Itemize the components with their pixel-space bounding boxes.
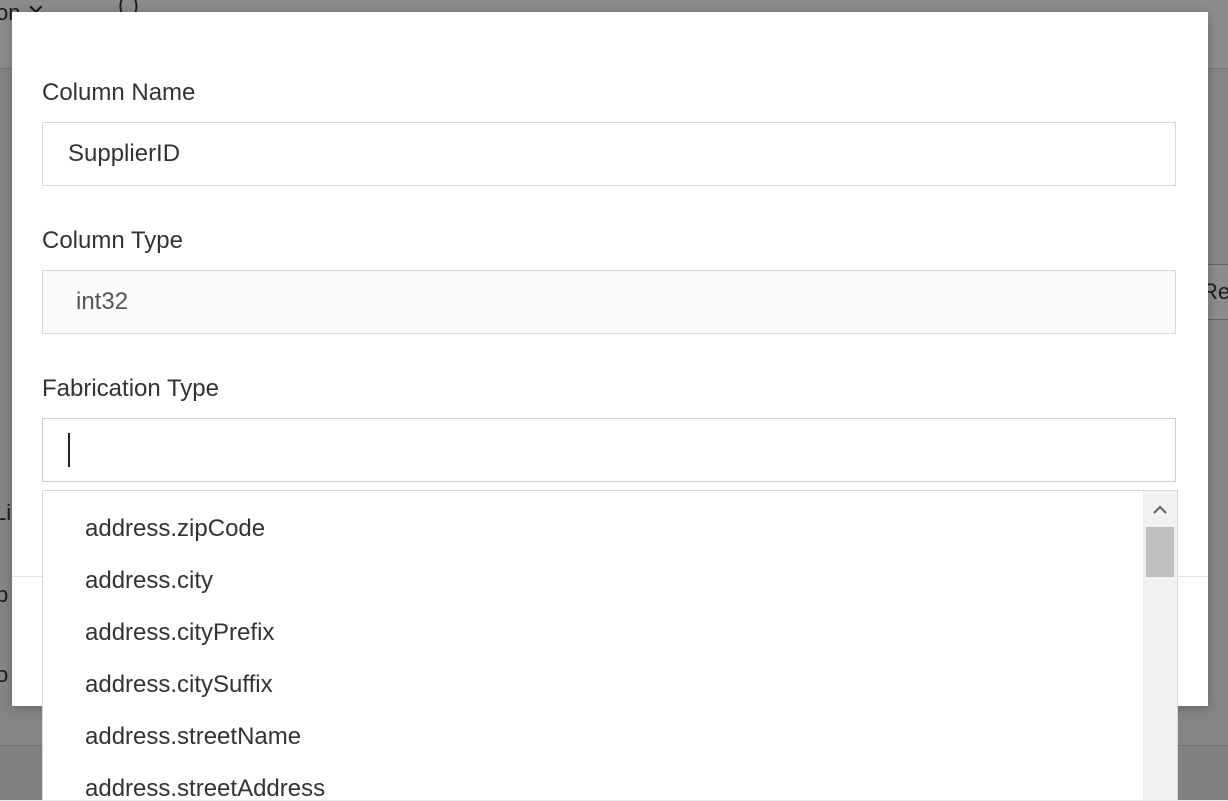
column-type-input[interactable]: int32 [42,270,1176,334]
column-name-value: SupplierID [68,140,181,167]
chevron-up-icon[interactable] [1143,497,1177,523]
dropdown-option[interactable]: address.zipCode [43,503,1143,555]
column-type-label: Column Type [42,227,183,254]
dropdown-scrollbar[interactable] [1143,491,1177,800]
dropdown-option[interactable]: address.streetName [43,711,1143,763]
dropdown-option[interactable]: address.streetAddress [43,763,1143,800]
dropdown-option[interactable]: address.cityPrefix [43,607,1143,659]
text-caret [68,433,70,467]
fabrication-type-dropdown[interactable]: address.zipCode address.city address.cit… [42,490,1178,800]
dropdown-options-list: address.zipCode address.city address.cit… [43,503,1143,800]
dropdown-option[interactable]: address.citySuffix [43,659,1143,711]
fabrication-type-label: Fabrication Type [42,375,219,402]
column-name-label: Column Name [42,79,196,106]
fabrication-type-input[interactable] [42,418,1176,482]
dropdown-option[interactable]: address.city [43,555,1143,607]
column-name-input[interactable]: SupplierID [42,122,1176,186]
scrollbar-thumb[interactable] [1146,527,1174,577]
column-type-value: int32 [76,288,129,315]
